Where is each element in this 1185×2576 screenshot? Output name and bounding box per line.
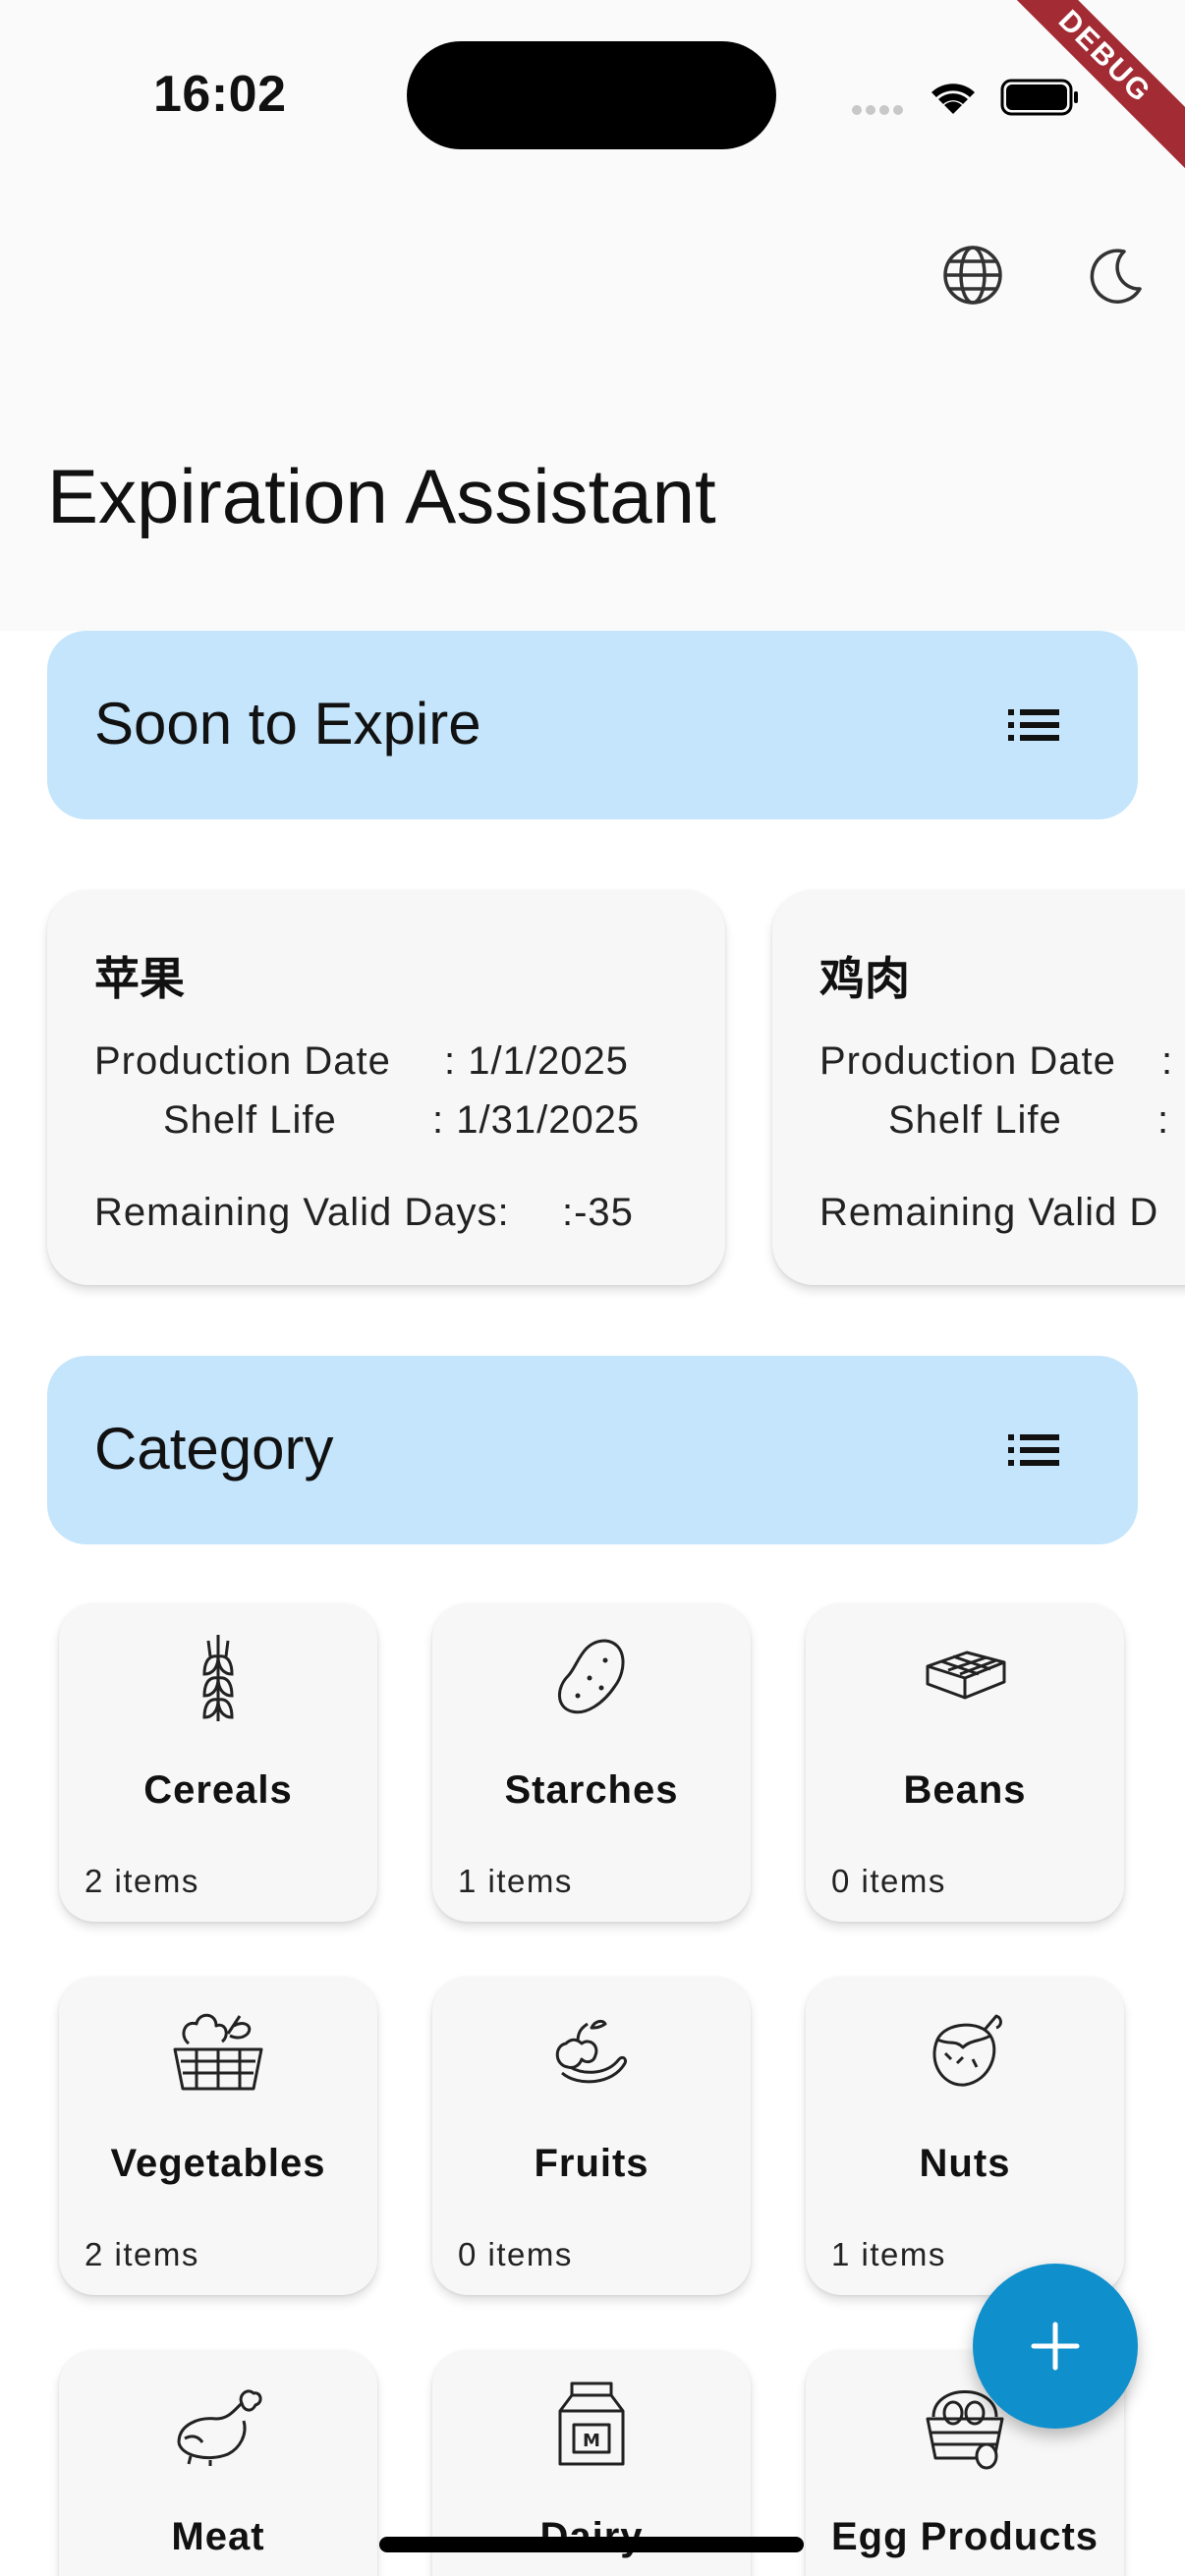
dynamic-island [407, 41, 776, 149]
category-count: 2 items [85, 1863, 199, 1899]
chicken-leg-icon [177, 2389, 262, 2466]
item-name: 鸡肉 [819, 953, 910, 1004]
category-card-beans[interactable]: Beans 0 items [806, 1603, 1124, 1922]
shelf-life-label: Shelf Life [888, 1098, 1062, 1142]
soon-to-expire-header[interactable]: Soon to Expire [47, 631, 1138, 819]
production-date-value: : [1161, 1039, 1174, 1083]
category-name: Vegetables [110, 2142, 326, 2185]
shelf-life-value: : [1157, 1098, 1170, 1142]
app-bar: 16:02 DEBUG Expiration Assistant [0, 0, 1185, 631]
page-title: Expiration Assistant [47, 453, 716, 539]
moon-icon [1090, 249, 1142, 304]
category-name: Beans [903, 1768, 1027, 1812]
dark-mode-button[interactable] [1077, 236, 1156, 314]
soon-to-expire-title: Soon to Expire [94, 691, 481, 756]
screen: 16:02 DEBUG Expiration Assistant Soon to… [0, 0, 1185, 2576]
category-card-nuts[interactable]: Nuts 1 items [806, 1977, 1124, 2295]
category-name: Starches [504, 1768, 679, 1812]
category-name: Egg Products [830, 2515, 1100, 2558]
tofu-icon [926, 1651, 1006, 1700]
remaining-days-label: Remaining Valid D [819, 1191, 1159, 1234]
production-date-label: Production Date [819, 1039, 1116, 1083]
list-icon[interactable] [1002, 694, 1065, 756]
fruits-icon [555, 2019, 627, 2084]
wifi-icon [931, 84, 975, 114]
category-card-meat[interactable]: Meat [59, 2350, 377, 2576]
category-header[interactable]: Category [47, 1356, 1138, 1544]
shelf-life-value: : 1/31/2025 [432, 1098, 641, 1142]
category-card-starches[interactable]: Starches 1 items [432, 1603, 751, 1922]
svg-text:M: M [583, 2431, 600, 2451]
remaining-days-label: Remaining Valid Days: [94, 1191, 510, 1234]
production-date-label: Production Date [94, 1039, 391, 1083]
category-card-fruits[interactable]: Fruits 0 items [432, 1977, 751, 2295]
globe-icon [943, 246, 1002, 305]
vegetable-basket-icon [173, 2013, 263, 2091]
item-name: 苹果 [94, 953, 185, 1004]
expiry-card[interactable]: 鸡肉 Production Date : Shelf Life : Remain… [772, 890, 1185, 1285]
category-name: Nuts [919, 2142, 1011, 2185]
remaining-days-value: :-35 [562, 1191, 634, 1234]
category-count: 1 items [831, 2236, 946, 2272]
add-item-fab[interactable] [973, 2264, 1138, 2429]
category-count: 0 items [458, 2236, 573, 2272]
category-card-cereals[interactable]: Cereals 2 items [59, 1603, 377, 1922]
category-name: Cereals [143, 1768, 293, 1812]
wheat-icon [202, 1635, 234, 1721]
category-name: Fruits [534, 2142, 649, 2185]
plus-icon [1031, 2322, 1080, 2371]
category-count: 0 items [831, 1863, 946, 1899]
list-icon[interactable] [1002, 1419, 1065, 1482]
potato-icon [558, 1639, 625, 1714]
production-date-value: : 1/1/2025 [444, 1039, 629, 1083]
language-button[interactable] [933, 236, 1012, 314]
battery-icon [1000, 79, 1078, 116]
category-count: 2 items [85, 2236, 199, 2272]
milk-carton-icon: M [558, 2381, 625, 2466]
shelf-life-label: Shelf Life [163, 1098, 337, 1142]
home-indicator[interactable] [379, 2537, 804, 2552]
status-icons [852, 79, 1078, 116]
category-count: 1 items [458, 1863, 573, 1899]
expiry-card[interactable]: 苹果 Production Date : 1/1/2025 Shelf Life… [47, 890, 725, 1285]
nut-icon [932, 2014, 1002, 2087]
category-name: Meat [171, 2515, 265, 2558]
cellular-signal-icon [852, 105, 903, 115]
status-time: 16:02 [153, 66, 287, 123]
category-title: Category [94, 1416, 334, 1482]
category-card-vegetables[interactable]: Vegetables 2 items [59, 1977, 377, 2295]
